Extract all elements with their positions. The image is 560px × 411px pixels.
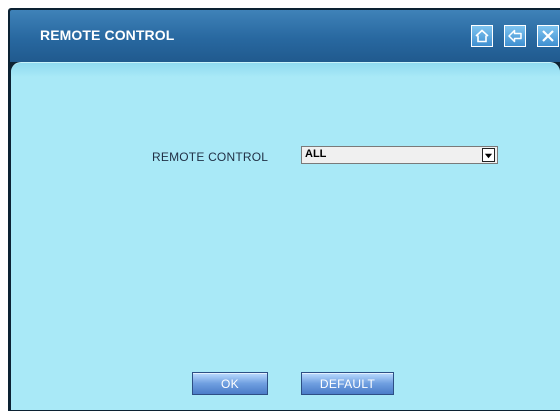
remote-control-window: REMOTE CONTROL REMOTE CONTROL ALL OK DEF… (8, 8, 560, 411)
close-icon (542, 30, 554, 42)
title-bar: REMOTE CONTROL (10, 10, 560, 62)
remote-control-label: REMOTE CONTROL (152, 150, 269, 164)
remote-control-select-value: ALL (305, 148, 327, 160)
ok-button[interactable]: OK (192, 372, 268, 395)
window-title: REMOTE CONTROL (40, 27, 175, 43)
back-arrow-icon (508, 29, 522, 43)
default-button[interactable]: DEFAULT (301, 372, 394, 395)
back-button[interactable] (504, 25, 526, 47)
remote-control-select[interactable]: ALL (301, 146, 498, 164)
close-button[interactable] (537, 25, 559, 47)
dropdown-arrow-icon[interactable] (482, 148, 495, 162)
content-panel: REMOTE CONTROL ALL OK DEFAULT (11, 62, 560, 410)
home-icon (475, 29, 489, 43)
home-button[interactable] (471, 25, 493, 47)
